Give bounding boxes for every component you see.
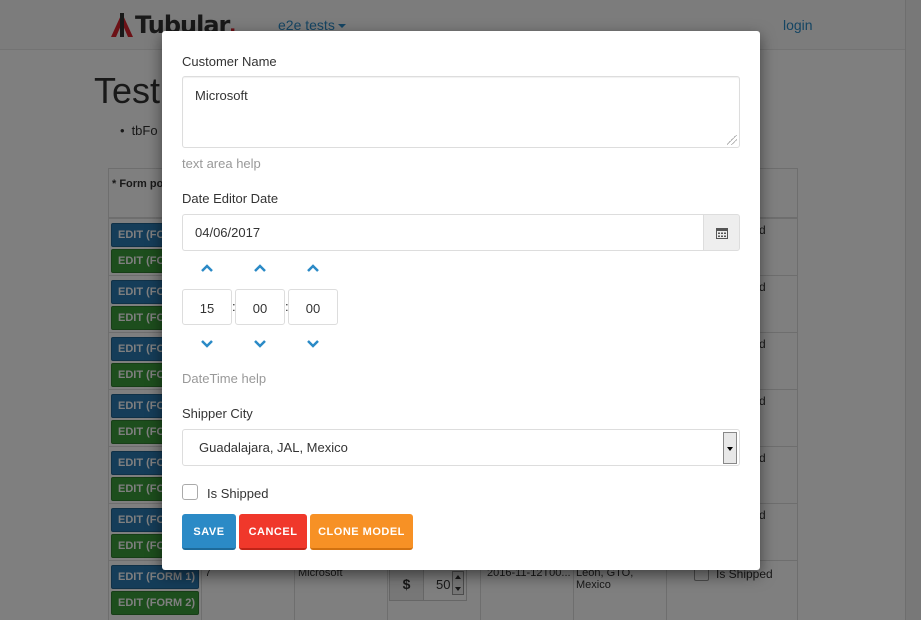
date-editor-label: Date Editor Date bbox=[182, 191, 279, 206]
hours-input[interactable]: 15 bbox=[182, 289, 232, 325]
save-button[interactable]: SAVE bbox=[182, 514, 236, 550]
hours-up-chevron-up-icon[interactable] bbox=[199, 263, 215, 275]
date-input[interactable]: 04/06/2017 bbox=[182, 214, 704, 251]
is-shipped-label[interactable]: Is Shipped bbox=[207, 486, 268, 501]
shipper-city-value: Guadalajara, JAL, Mexico bbox=[199, 440, 348, 455]
resize-grip-icon[interactable] bbox=[727, 135, 737, 145]
customer-name-label: Customer Name bbox=[182, 54, 277, 69]
minutes-up-chevron-up-icon[interactable] bbox=[252, 263, 268, 275]
seconds-up-chevron-up-icon[interactable] bbox=[305, 263, 321, 275]
calendar-icon bbox=[716, 228, 728, 239]
customer-name-value: Microsoft bbox=[195, 88, 248, 103]
clone-model-button[interactable]: CLONE MODEL bbox=[310, 514, 413, 550]
is-shipped-checkbox[interactable] bbox=[182, 484, 198, 500]
text-area-help: text area help bbox=[182, 156, 261, 171]
customer-name-textarea[interactable]: Microsoft bbox=[182, 76, 740, 148]
minutes-down-chevron-down-icon[interactable] bbox=[252, 337, 268, 349]
cancel-button[interactable]: CANCEL bbox=[239, 514, 307, 550]
shipper-city-select[interactable]: Guadalajara, JAL, Mexico bbox=[182, 429, 740, 466]
edit-modal: Customer Name Microsoft text area help D… bbox=[162, 31, 760, 570]
minutes-input[interactable]: 00 bbox=[235, 289, 285, 325]
datetime-help: DateTime help bbox=[182, 371, 267, 386]
shipper-city-label: Shipper City bbox=[182, 406, 253, 421]
seconds-input[interactable]: 00 bbox=[288, 289, 338, 325]
calendar-button[interactable] bbox=[703, 214, 740, 251]
dropdown-arrow-icon[interactable] bbox=[723, 432, 737, 464]
hours-down-chevron-down-icon[interactable] bbox=[199, 337, 215, 349]
seconds-down-chevron-down-icon[interactable] bbox=[305, 337, 321, 349]
